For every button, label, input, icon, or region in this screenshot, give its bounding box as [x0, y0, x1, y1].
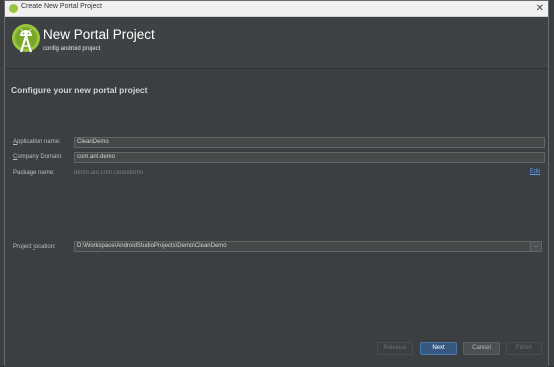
- company-domain-field[interactable]: com.ant.demo: [74, 152, 545, 163]
- dialog-content: Configure your new portal project Applic…: [5, 69, 548, 333]
- header-subtitle: config android project: [43, 46, 101, 52]
- dialog-header: New Portal Project config android projec…: [5, 17, 548, 69]
- package-name-label: Package name:: [13, 170, 55, 176]
- android-studio-icon: [9, 4, 18, 13]
- next-button[interactable]: Next: [420, 342, 457, 355]
- application-name-field[interactable]: CleanDemo: [74, 137, 545, 148]
- dialog-footer: Previous Next Cancel Finish: [5, 333, 548, 367]
- previous-button[interactable]: Previous: [377, 342, 413, 355]
- edit-package-link[interactable]: Edit: [530, 169, 540, 175]
- project-location-field[interactable]: D:\Workspace\AndroidStudioProjects\Demo\…: [74, 241, 531, 252]
- close-icon[interactable]: ✕: [536, 1, 544, 17]
- application-name-label: Application name:: [13, 139, 61, 145]
- company-domain-label: Company Domain:: [13, 154, 63, 160]
- header-title: New Portal Project: [43, 27, 155, 42]
- package-name-value: demo.ant.com.cleandemo: [74, 170, 144, 176]
- cancel-button[interactable]: Cancel: [463, 342, 500, 355]
- project-location-label: Project location:: [13, 244, 56, 250]
- create-project-dialog: Create New Portal Project ✕ New Portal P…: [4, 0, 549, 367]
- title-bar: Create New Portal Project ✕: [5, 1, 548, 17]
- section-title: Configure your new portal project: [11, 85, 148, 95]
- browse-location-button[interactable]: ...: [530, 241, 542, 252]
- android-studio-logo-icon: [12, 24, 40, 53]
- window-title: Create New Portal Project: [21, 3, 102, 10]
- finish-button[interactable]: Finish: [506, 342, 542, 355]
